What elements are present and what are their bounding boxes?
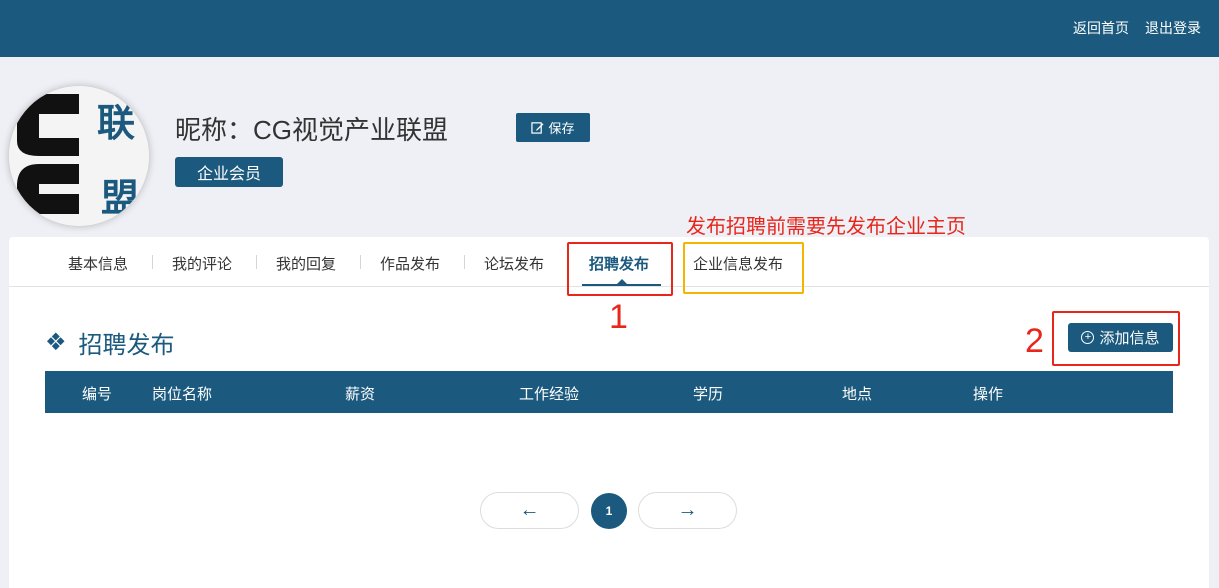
annotation-marker-2: 2	[1025, 322, 1044, 360]
tab-my-comments[interactable]: 我的评论	[172, 253, 232, 274]
table-header: 编号 岗位名称 薪资 工作经验 学历 地点 操作	[45, 371, 1173, 413]
avatar[interactable]: 联 盟	[9, 86, 149, 226]
next-page-button[interactable]: →	[638, 492, 737, 529]
tab-separator	[464, 255, 465, 269]
annotation-note: 发布招聘前需要先发布企业主页	[686, 216, 966, 238]
tab-forum-publish[interactable]: 论坛发布	[484, 253, 544, 274]
col-position: 岗位名称	[152, 386, 213, 403]
col-experience: 工作经验	[519, 386, 580, 403]
col-location: 地点	[842, 386, 873, 403]
annotation-box-1	[567, 242, 673, 296]
section-header: ❖ 招聘发布	[45, 325, 175, 360]
save-button[interactable]: 保存	[516, 113, 590, 142]
top-navbar: 返回首页 退出登录	[0, 0, 1219, 57]
tab-separator	[360, 255, 361, 269]
col-id: 编号	[82, 386, 113, 403]
avatar-char-2: 盟	[101, 175, 139, 220]
col-education: 学历	[693, 386, 724, 403]
diamond-icon: ❖	[45, 329, 67, 356]
page-number-current[interactable]: 1	[591, 493, 627, 529]
col-salary: 薪资	[345, 386, 376, 403]
tab-basic-info[interactable]: 基本信息	[68, 253, 128, 274]
home-link[interactable]: 返回首页	[1073, 18, 1129, 38]
member-badge: 企业会员	[175, 157, 283, 187]
tab-my-replies[interactable]: 我的回复	[276, 253, 336, 274]
col-actions: 操作	[973, 386, 1004, 403]
logout-link[interactable]: 退出登录	[1145, 18, 1201, 38]
section-title: 招聘发布	[78, 332, 175, 359]
tab-separator	[256, 255, 257, 269]
nickname: 昵称：CG视觉产业联盟	[175, 115, 449, 145]
save-button-label: 保存	[548, 121, 575, 136]
annotation-marker-1: 1	[609, 298, 628, 336]
tab-works-publish[interactable]: 作品发布	[380, 253, 440, 274]
prev-page-button[interactable]: ←	[480, 492, 579, 529]
tab-separator	[152, 255, 153, 269]
annotation-box-2	[1052, 311, 1180, 366]
edit-icon	[531, 122, 545, 134]
avatar-char-1: 联	[97, 100, 135, 145]
annotation-box-yellow	[683, 242, 804, 294]
top-links: 返回首页 退出登录	[1073, 18, 1201, 38]
avatar-logo-icon: 联 盟	[9, 86, 149, 226]
